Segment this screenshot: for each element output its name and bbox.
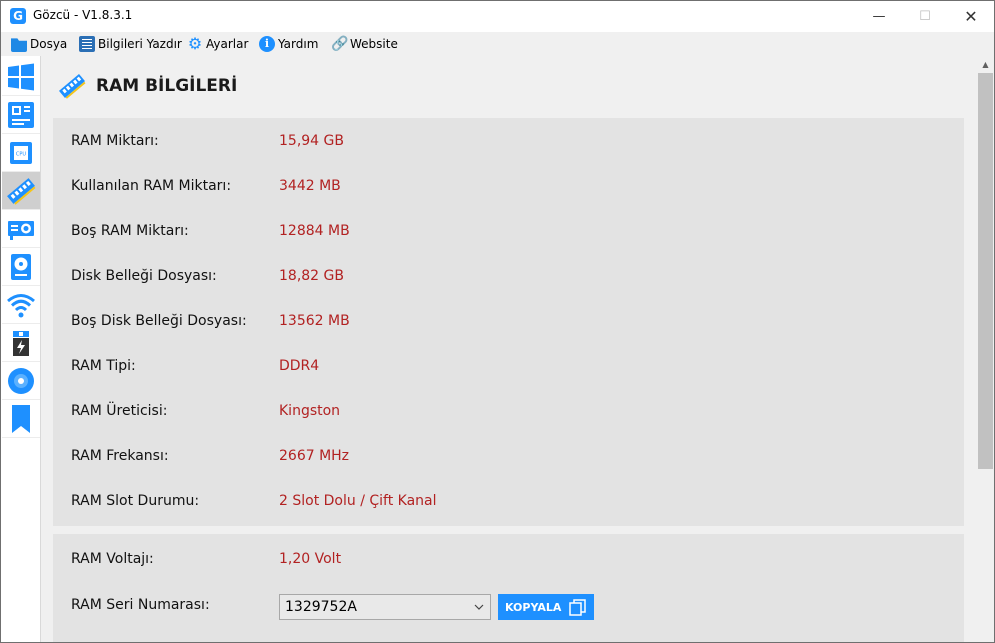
app-logo-icon: G: [10, 8, 26, 24]
info-icon: i: [259, 36, 275, 52]
info-row-serial: RAM Seri Numarası:: [71, 595, 279, 615]
info-label: Boş RAM Miktarı:: [71, 223, 189, 239]
sidebar-item-optical[interactable]: [2, 362, 40, 400]
optical-disc-icon: [8, 367, 34, 394]
info-row-voltage: RAM Voltajı: 1,20 Volt: [71, 549, 341, 569]
info-label: Kullanılan RAM Miktarı:: [71, 178, 232, 194]
disk-icon: [11, 253, 31, 280]
menu-label: Yardım: [278, 37, 319, 51]
info-value: 13562 MB: [279, 313, 350, 329]
serial-selected-value: 1329752A: [285, 599, 357, 615]
windows-icon: [8, 63, 34, 90]
folder-icon: [11, 38, 27, 52]
info-row-frequency: RAM Frekansı: 2667 MHz: [71, 446, 349, 466]
info-label: RAM Seri Numarası:: [71, 597, 210, 613]
scroll-thumb[interactable]: [978, 73, 993, 469]
info-row-pagefile: Disk Belleği Dosyası: 18,82 GB: [71, 266, 344, 286]
title-bar[interactable]: G Gözcü - V1.8.3.1 — ☐ ✕: [1, 1, 994, 32]
info-row-free-ram: Boş RAM Miktarı: 12884 MB: [71, 221, 350, 241]
menu-yardim[interactable]: i Yardım: [259, 35, 318, 53]
menu-label: Dosya: [30, 37, 68, 51]
app-window: G Gözcü - V1.8.3.1 — ☐ ✕ Dosya Bilgileri…: [0, 0, 995, 643]
sidebar-item-battery[interactable]: [2, 324, 40, 362]
sidebar: CPU: [1, 56, 41, 642]
page-title: RAM BİLGİLERİ: [96, 76, 238, 96]
menu-dosya[interactable]: Dosya: [11, 35, 67, 53]
ram-icon: [58, 74, 86, 99]
info-value: 2667 MHz: [279, 448, 350, 464]
info-value: 2 Slot Dolu / Çift Kanal: [279, 493, 437, 509]
info-label: RAM Voltajı:: [71, 551, 154, 567]
menu-bilgileri-yazdir[interactable]: Bilgileri Yazdır: [79, 35, 182, 53]
sidebar-item-network[interactable]: [2, 286, 40, 324]
sidebar-item-ram[interactable]: [2, 172, 40, 210]
battery-icon: [13, 330, 29, 356]
gpu-icon: [8, 220, 34, 240]
info-label: RAM Slot Durumu:: [71, 493, 200, 509]
bookmark-icon: [12, 404, 30, 433]
serial-number-dropdown[interactable]: 1329752A: [279, 594, 491, 620]
info-value: 12884 MB: [279, 223, 350, 239]
info-label: RAM Üreticisi:: [71, 403, 168, 419]
ram-info-panel: RAM Miktarı: 15,94 GB Kullanılan RAM Mik…: [53, 118, 964, 526]
copy-button-label: KOPYALA: [505, 600, 562, 614]
info-value: Kingston: [279, 403, 341, 419]
page-header: RAM BİLGİLERİ: [58, 72, 237, 100]
info-label: Disk Belleği Dosyası:: [71, 268, 217, 284]
menu-bar: Dosya Bilgileri Yazdır ⚙ Ayarlar i Yardı…: [1, 32, 994, 56]
menu-label: Ayarlar: [206, 37, 249, 51]
info-value: 15,94 GB: [279, 133, 344, 149]
scroll-up-arrow-icon[interactable]: ▲: [977, 56, 994, 73]
gear-icon: ⚙: [187, 34, 203, 53]
minimize-button[interactable]: —: [856, 1, 902, 32]
link-icon: 🔗: [331, 36, 349, 52]
print-icon: [79, 36, 95, 52]
menu-label: Bilgileri Yazdır: [98, 37, 182, 51]
sidebar-item-windows[interactable]: [2, 58, 40, 96]
info-label: RAM Miktarı:: [71, 133, 159, 149]
info-label: RAM Tipi:: [71, 358, 136, 374]
cpu-icon-text: CPU: [16, 151, 27, 157]
motherboard-icon: [8, 101, 34, 128]
info-row-ram-amount: RAM Miktarı: 15,94 GB: [71, 131, 344, 151]
info-row-ram-type: RAM Tipi: DDR4: [71, 356, 319, 376]
main-content: RAM BİLGİLERİ RAM Miktarı: 15,94 GB Kull…: [41, 56, 977, 642]
chevron-down-icon: [474, 604, 484, 610]
menu-website[interactable]: 🔗 Website: [331, 35, 398, 53]
info-value: 3442 MB: [279, 178, 341, 194]
copy-icon: [569, 598, 587, 616]
sidebar-item-motherboard[interactable]: [2, 96, 40, 134]
info-row-manufacturer: RAM Üreticisi: Kingston: [71, 401, 340, 421]
info-row-free-pagefile: Boş Disk Belleği Dosyası: 13562 MB: [71, 311, 350, 331]
info-label: RAM Frekansı:: [71, 448, 169, 464]
info-label: Boş Disk Belleği Dosyası:: [71, 313, 247, 329]
info-value: DDR4: [279, 358, 320, 374]
sidebar-item-cpu[interactable]: CPU: [2, 134, 40, 172]
info-row-slot-status: RAM Slot Durumu: 2 Slot Dolu / Çift Kana…: [71, 491, 437, 511]
vertical-scrollbar[interactable]: ▲: [977, 56, 994, 642]
maximize-button[interactable]: ☐: [902, 1, 948, 32]
info-row-used-ram: Kullanılan RAM Miktarı: 3442 MB: [71, 176, 341, 196]
window-title: Gözcü - V1.8.3.1: [33, 8, 133, 22]
copy-button[interactable]: KOPYALA: [498, 594, 594, 620]
wifi-icon: [7, 293, 35, 317]
cpu-icon: CPU: [10, 141, 32, 164]
ram-detail-panel: RAM Voltajı: 1,20 Volt RAM Seri Numarası…: [53, 534, 964, 642]
menu-label: Website: [350, 37, 398, 51]
info-value: 18,82 GB: [279, 268, 344, 284]
sidebar-item-bookmark[interactable]: [2, 400, 40, 438]
ram-icon: [7, 177, 36, 205]
menu-ayarlar[interactable]: ⚙ Ayarlar: [187, 34, 249, 53]
close-button[interactable]: ✕: [948, 1, 994, 32]
sidebar-item-disk[interactable]: [2, 248, 40, 286]
info-value: 1,20 Volt: [279, 551, 342, 567]
sidebar-item-gpu[interactable]: [2, 210, 40, 248]
